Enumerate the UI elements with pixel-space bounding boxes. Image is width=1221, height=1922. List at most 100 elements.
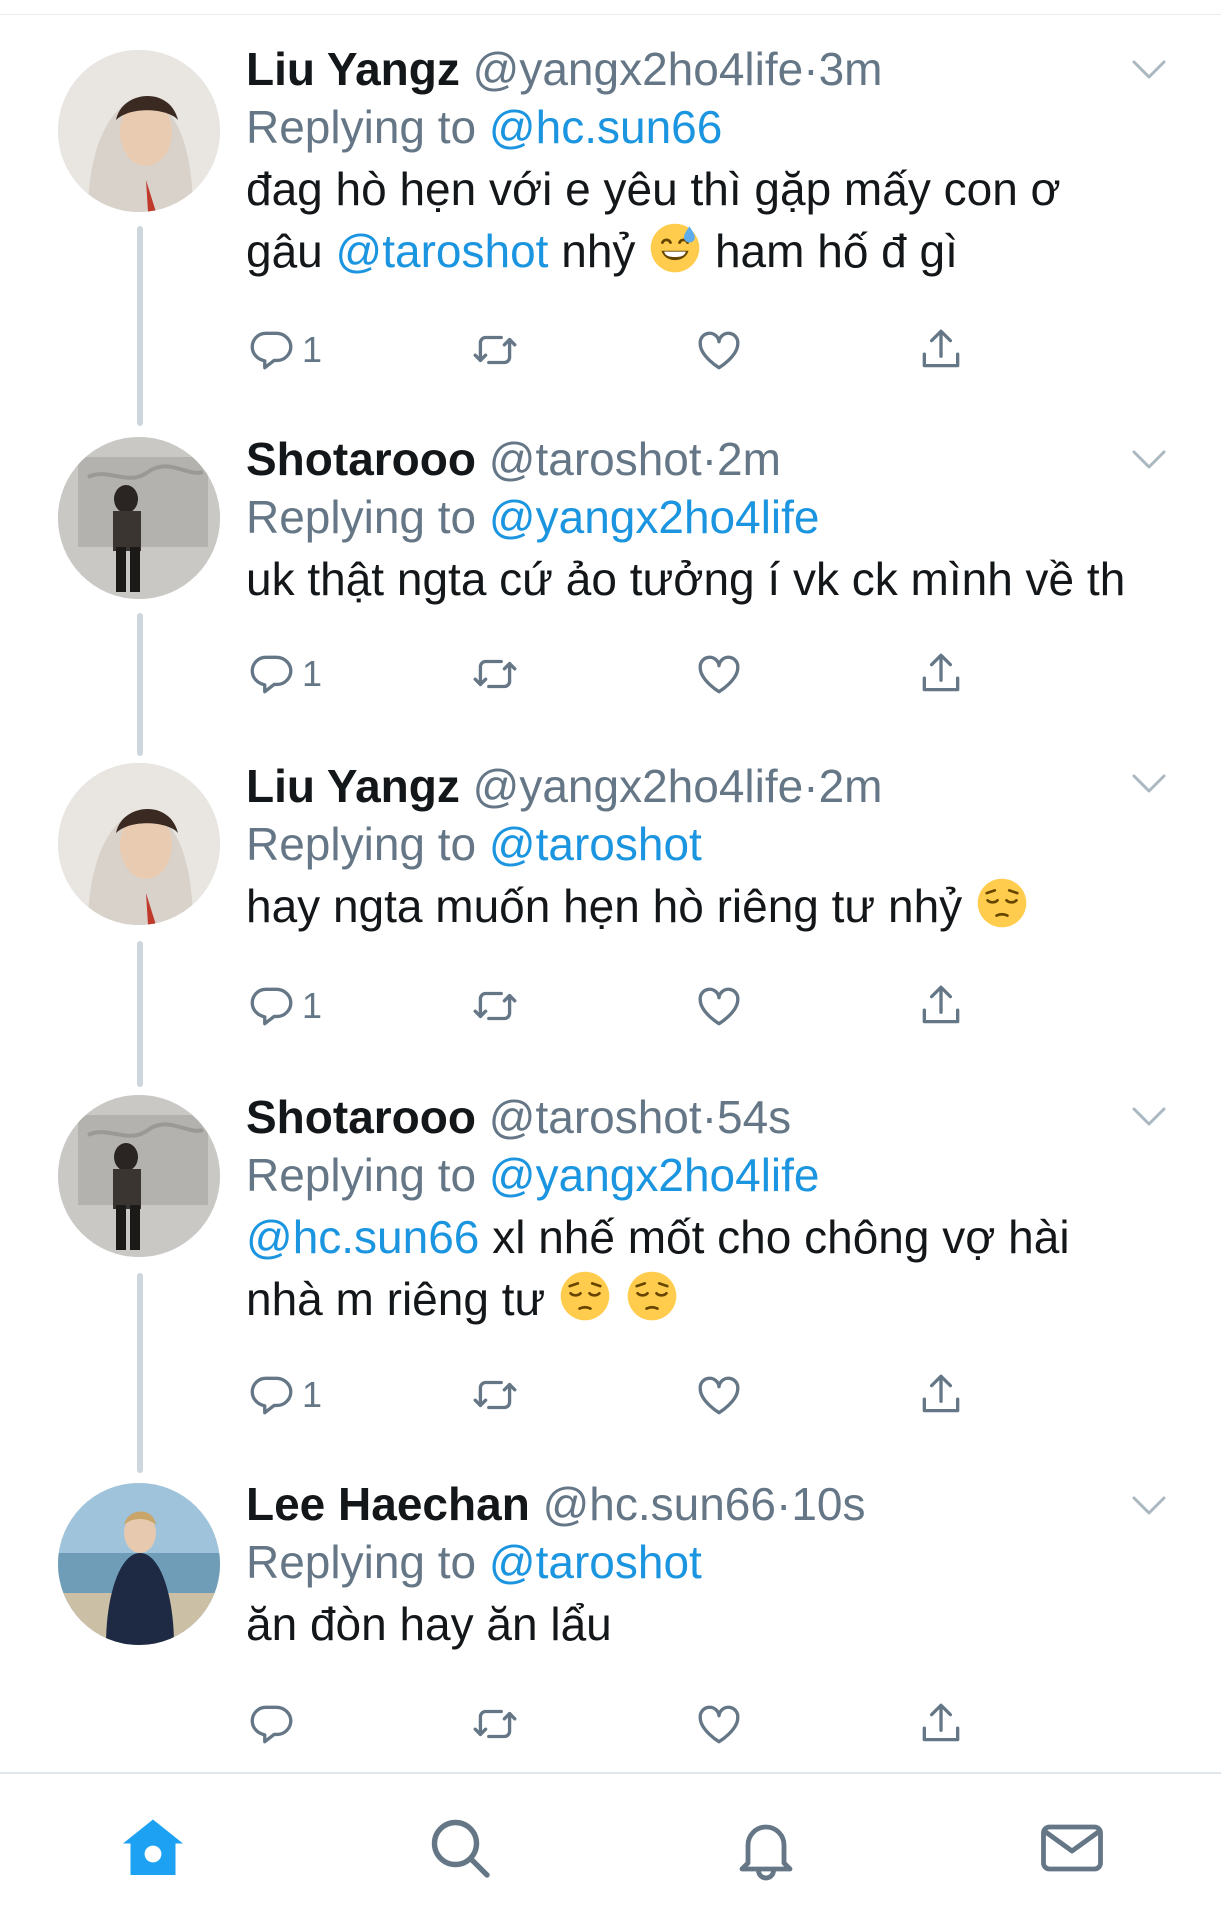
tweet-actions: 1 — [246, 974, 1006, 1038]
share-icon — [916, 1699, 966, 1749]
author-handle[interactable]: @yangx2ho4life — [473, 760, 804, 812]
tweet-text-line: ăn đòn hay ăn lẩu — [246, 1598, 612, 1650]
tweet-text: uk thật ngta cứ ảo tưởng í vk ck mình về… — [246, 548, 1176, 610]
reply-icon — [246, 1699, 296, 1749]
timestamp[interactable]: 2m — [819, 760, 883, 812]
avatar[interactable] — [58, 763, 220, 925]
avatar[interactable] — [58, 50, 220, 212]
messages-icon[interactable] — [1036, 1812, 1108, 1884]
replying-to: Replying to @taroshot — [246, 1533, 1176, 1591]
mention-link[interactable]: @hc.sun66 — [489, 101, 722, 153]
thread-line — [137, 941, 143, 1087]
author-handle[interactable]: @taroshot — [489, 1091, 702, 1143]
timestamp[interactable]: 10s — [791, 1478, 865, 1530]
reply-button[interactable] — [246, 1692, 302, 1756]
separator-dot: · — [775, 1478, 792, 1530]
avatar[interactable] — [58, 1483, 220, 1645]
share-icon — [916, 325, 966, 375]
reply-count: 1 — [302, 653, 323, 694]
mention-link[interactable]: @yangx2ho4life — [489, 1149, 820, 1201]
tweet-actions: 1 — [246, 1363, 1006, 1427]
reply-button[interactable]: 1 — [246, 642, 322, 706]
chevron-down-icon[interactable] — [1131, 1105, 1167, 1129]
timestamp[interactable]: 3m — [819, 43, 883, 95]
chevron-down-icon[interactable] — [1131, 772, 1167, 796]
author-name[interactable]: Lee Haechan — [246, 1478, 530, 1530]
share-button[interactable] — [916, 1692, 966, 1756]
retweet-button[interactable] — [470, 642, 520, 706]
author-name[interactable]: Liu Yangz — [246, 43, 460, 95]
reply-button[interactable]: 1 — [246, 974, 322, 1038]
tweet-text-segment: gâu — [246, 225, 323, 277]
separator-dot: · — [803, 760, 819, 812]
author-name[interactable]: Liu Yangz — [246, 760, 460, 812]
pensive-emoji — [558, 1269, 612, 1323]
tweet-text: @hc.sun66 xl nhế mốt cho chông vợ hài nh… — [246, 1206, 1176, 1330]
chevron-down-icon[interactable] — [1131, 58, 1167, 82]
sweat-smile-emoji — [648, 221, 702, 275]
tweet-text: đag hò hẹn với e yêu thì gặp mấy con ơ g… — [246, 158, 1176, 282]
reply-button[interactable]: 1 — [246, 1363, 322, 1427]
avatar[interactable] — [58, 1095, 220, 1257]
retweet-button[interactable] — [470, 318, 520, 382]
heart-icon — [694, 325, 744, 375]
replying-to: Replying to @taroshot — [246, 815, 1176, 873]
like-button[interactable] — [694, 974, 744, 1038]
timestamp[interactable]: 54s — [717, 1091, 791, 1143]
heart-icon — [694, 649, 744, 699]
reply-button[interactable]: 1 — [246, 318, 322, 382]
avatar[interactable] — [58, 437, 220, 599]
tweet-actions: 1 — [246, 642, 1006, 706]
replying-label: Replying to — [246, 1536, 477, 1588]
heart-icon — [694, 981, 744, 1031]
retweet-icon — [470, 1699, 520, 1749]
mention-link[interactable]: @taroshot — [336, 225, 549, 277]
author-handle[interactable]: @hc.sun66 — [543, 1478, 776, 1530]
reply-icon — [246, 981, 296, 1031]
replying-to: Replying to @yangx2ho4life — [246, 488, 1176, 546]
tweet-text: hay ngta muốn hẹn hò riêng tư nhỷ — [246, 875, 1176, 937]
share-button[interactable] — [916, 974, 966, 1038]
share-button[interactable] — [916, 1363, 966, 1427]
top-divider — [0, 0, 1221, 15]
search-icon[interactable] — [424, 1812, 496, 1884]
pensive-emoji — [975, 876, 1029, 930]
author-handle[interactable]: @yangx2ho4life — [473, 43, 804, 95]
retweet-icon — [470, 649, 520, 699]
like-button[interactable] — [694, 1692, 744, 1756]
timestamp[interactable]: 2m — [717, 433, 781, 485]
bottom-tab-bar — [0, 1772, 1221, 1922]
share-button[interactable] — [916, 318, 966, 382]
replying-to: Replying to @yangx2ho4life — [246, 1146, 1176, 1204]
mention-link[interactable]: @hc.sun66 — [246, 1211, 479, 1263]
retweet-button[interactable] — [470, 1363, 520, 1427]
share-button[interactable] — [916, 642, 966, 706]
tweet-text-segment: xl nhế mốt cho chông vợ hài — [492, 1211, 1070, 1263]
chevron-down-icon[interactable] — [1131, 448, 1167, 472]
tweet-actions — [246, 1692, 1006, 1756]
retweet-button[interactable] — [470, 1692, 520, 1756]
author-handle[interactable]: @taroshot — [489, 433, 702, 485]
share-icon — [916, 981, 966, 1031]
reply-icon — [246, 649, 296, 699]
notifications-icon[interactable] — [730, 1812, 802, 1884]
share-icon — [916, 1370, 966, 1420]
mention-link[interactable]: @yangx2ho4life — [489, 491, 820, 543]
thread-line — [137, 1273, 143, 1473]
separator-dot: · — [701, 1091, 718, 1143]
reply-icon — [246, 325, 296, 375]
like-button[interactable] — [694, 318, 744, 382]
heart-icon — [694, 1370, 744, 1420]
reply-count: 1 — [302, 985, 323, 1026]
replying-label: Replying to — [246, 1149, 477, 1201]
retweet-button[interactable] — [470, 974, 520, 1038]
like-button[interactable] — [694, 642, 744, 706]
author-name[interactable]: Shotarooo — [246, 433, 476, 485]
mention-link[interactable]: @taroshot — [489, 818, 702, 870]
tweet-text-segment: nhỷ — [561, 225, 636, 277]
mention-link[interactable]: @taroshot — [489, 1536, 702, 1588]
home-icon[interactable] — [117, 1812, 189, 1884]
author-name[interactable]: Shotarooo — [246, 1091, 476, 1143]
chevron-down-icon[interactable] — [1131, 1494, 1167, 1518]
like-button[interactable] — [694, 1363, 744, 1427]
